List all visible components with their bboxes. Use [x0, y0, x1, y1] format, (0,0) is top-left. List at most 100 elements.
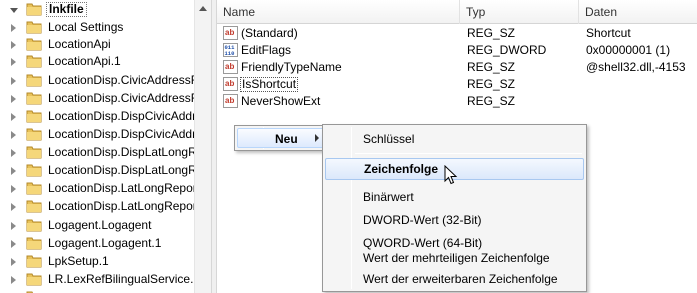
scroll-up-arrow-icon[interactable] — [195, 0, 211, 17]
folder-icon — [26, 2, 42, 16]
expand-arrow-icon[interactable] — [11, 276, 16, 284]
tree-item-label: LocationDisp.DispCivicAddr — [48, 127, 197, 141]
tree-item-label: LpkSetup.1 — [48, 254, 109, 268]
value-type: REG_SZ — [467, 60, 516, 74]
tree-vertical-scrollbar[interactable] — [194, 0, 211, 293]
tree-item[interactable]: LocationDisp.LatLongRepor — [0, 180, 197, 197]
column-header-name[interactable]: Name — [217, 0, 460, 24]
expand-arrow-icon[interactable] — [10, 8, 18, 13]
menu-item-dword-value[interactable]: DWORD-Wert (32-Bit) — [325, 209, 584, 231]
value-type: REG_DWORD — [467, 43, 547, 57]
folder-icon — [26, 236, 42, 250]
svg-text:ab: ab — [225, 62, 234, 71]
menu-item-label: Neu — [275, 132, 298, 146]
value-data: Shortcut — [586, 26, 631, 40]
column-header-type[interactable]: Typ — [460, 0, 579, 24]
tree-item-label: LocationDisp.DispLatLongR — [48, 163, 197, 177]
menu-item-multi-string-value[interactable]: Wert der mehrteiligen Zeichenfolge — [325, 245, 584, 267]
value-name: EditFlags — [241, 43, 292, 57]
expand-arrow-icon[interactable] — [11, 240, 16, 248]
value-name: (Standard) — [241, 26, 298, 40]
tree-item[interactable]: LocationApi.1 — [0, 53, 194, 70]
value-name: IsShortcut — [240, 77, 299, 92]
tree-item-lnkfile[interactable]: lnkfile — [0, 1, 194, 18]
tree-item[interactable]: LocationDisp.DispCivicAddr — [0, 108, 196, 125]
folder-icon — [26, 54, 42, 68]
tree-item[interactable]: LocationDisp.DispCivicAddr — [0, 126, 196, 143]
value-name: FriendlyTypeName — [241, 60, 342, 74]
value-data: @shell32.dll,-4153 — [586, 60, 686, 74]
tree-item-label: Local Settings — [48, 20, 124, 34]
list-row[interactable]: ab (Standard) REG_SZ Shortcut — [217, 25, 697, 42]
registry-tree[interactable]: lnkfile Local Settings LocationApi Locat… — [0, 0, 211, 293]
folder-icon — [26, 109, 42, 123]
tree-item[interactable]: LocationDisp.CivicAddressR — [0, 72, 199, 89]
expand-arrow-icon[interactable] — [11, 77, 16, 85]
expand-arrow-icon[interactable] — [11, 258, 16, 266]
expand-arrow-icon[interactable] — [11, 131, 16, 139]
menu-item-label: Wert der erweiterbaren Zeichenfolge — [363, 272, 558, 286]
value-type: REG_SZ — [467, 77, 516, 91]
expand-arrow-icon[interactable] — [11, 24, 16, 32]
context-menu: Neu — [234, 125, 327, 151]
string-value-icon: ab — [223, 94, 238, 108]
list-row[interactable]: ab NeverShowExt REG_SZ — [217, 93, 697, 110]
submenu-arrow-icon — [315, 134, 319, 142]
menu-item-label: Schlüssel — [363, 132, 415, 146]
tree-item[interactable]: LR.LexRefBilingualService.1. — [0, 271, 203, 288]
tree-item[interactable] — [0, 289, 194, 293]
folder-icon — [26, 272, 42, 286]
expand-arrow-icon[interactable] — [11, 222, 16, 230]
svg-text:110: 110 — [225, 50, 235, 57]
menu-item-expandable-string-value[interactable]: Wert der erweiterbaren Zeichenfolge — [325, 268, 584, 290]
folder-icon — [26, 181, 42, 195]
tree-item-label: LocationDisp.CivicAddressR — [48, 73, 200, 87]
folder-icon — [26, 163, 42, 177]
folder-icon — [26, 254, 42, 268]
tree-item[interactable]: LocationApi — [0, 36, 194, 53]
new-submenu: Schlüssel Zeichenfolge Binärwert DWORD-W… — [322, 124, 587, 292]
tree-item[interactable]: LocationDisp.CivicAddressR — [0, 90, 199, 107]
value-type: REG_SZ — [467, 94, 516, 108]
tree-item[interactable]: LocationDisp.LatLongRepor — [0, 198, 197, 215]
expand-arrow-icon[interactable] — [11, 113, 16, 121]
menu-item-new[interactable]: Neu — [237, 128, 324, 148]
tree-item[interactable]: Local Settings — [0, 19, 194, 36]
value-name: NeverShowExt — [241, 94, 321, 108]
menu-item-key[interactable]: Schlüssel — [325, 128, 584, 150]
tree-item-label: Logagent.Logagent — [48, 218, 152, 232]
expand-arrow-icon[interactable] — [11, 185, 16, 193]
expand-arrow-icon[interactable] — [11, 203, 16, 211]
binary-value-icon: 011 110 — [223, 43, 238, 57]
list-row[interactable]: 011 110 EditFlags REG_DWORD 0x00000001 (1… — [217, 42, 697, 59]
tree-item[interactable]: Logagent.Logagent.1 — [0, 235, 194, 252]
expand-arrow-icon[interactable] — [11, 149, 16, 157]
expand-arrow-icon[interactable] — [11, 41, 16, 49]
folder-icon — [26, 37, 42, 51]
column-header-data[interactable]: Daten — [579, 0, 697, 24]
tree-item-label: LocationApi — [48, 37, 111, 51]
value-data: 0x00000001 (1) — [586, 43, 671, 57]
tree-item[interactable]: LocationDisp.DispLatLongR — [0, 144, 197, 161]
expand-arrow-icon[interactable] — [11, 95, 16, 103]
list-row[interactable]: ab IsShortcut REG_SZ — [217, 76, 697, 93]
list-header: Name Typ Daten — [217, 0, 697, 24]
list-row[interactable]: ab FriendlyTypeName REG_SZ @shell32.dll,… — [217, 59, 697, 76]
mouse-cursor-icon — [444, 164, 458, 185]
folder-icon — [26, 199, 42, 213]
menu-item-label: Zeichenfolge — [364, 162, 439, 176]
tree-item-label: LocationDisp.CivicAddressR — [48, 91, 200, 105]
tree-item[interactable]: LocationDisp.DispLatLongR — [0, 162, 197, 179]
string-value-icon: ab — [223, 26, 238, 40]
tree-item[interactable]: LpkSetup.1 — [0, 253, 194, 270]
string-value-icon: ab — [223, 60, 238, 74]
tree-item-label: LocationDisp.DispLatLongR — [48, 145, 197, 159]
tree-item-label: LocationApi.1 — [48, 54, 121, 68]
tree-item[interactable]: Logagent.Logagent — [0, 217, 194, 234]
expand-arrow-icon[interactable] — [11, 167, 16, 175]
folder-icon — [26, 20, 42, 34]
svg-text:ab: ab — [225, 28, 234, 37]
menu-item-binary-value[interactable]: Binärwert — [325, 186, 584, 208]
expand-arrow-icon[interactable] — [11, 58, 16, 66]
svg-text:ab: ab — [225, 96, 234, 105]
